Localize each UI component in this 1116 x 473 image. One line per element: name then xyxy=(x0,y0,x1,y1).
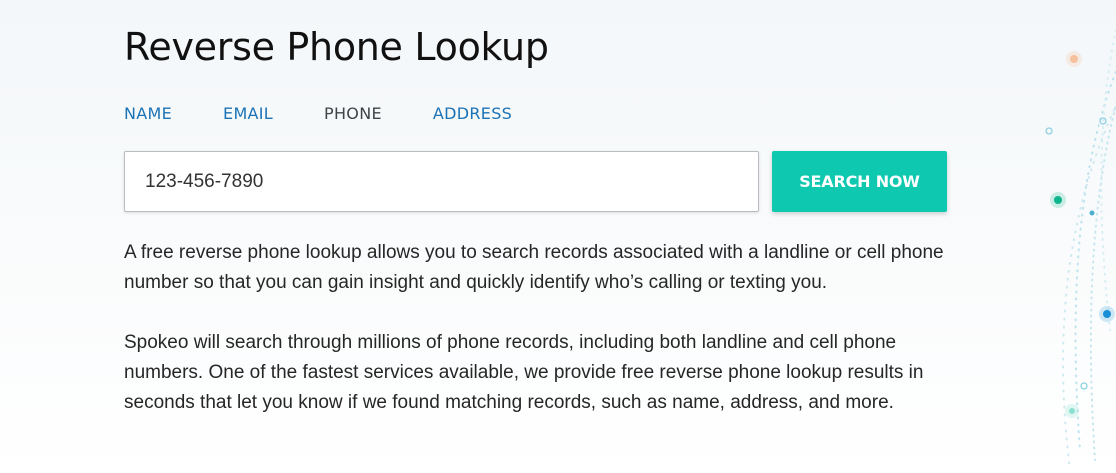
phone-number-input[interactable] xyxy=(124,151,759,212)
description-paragraph-1: A free reverse phone lookup allows you t… xyxy=(124,242,944,293)
tab-address[interactable]: ADDRESS xyxy=(433,103,512,125)
tab-name[interactable]: NAME xyxy=(124,103,172,125)
search-now-button[interactable]: SEARCH NOW xyxy=(772,151,947,212)
description-paragraph-2: Spokeo will search through millions of p… xyxy=(124,332,924,413)
page-title: Reverse Phone Lookup xyxy=(124,25,549,69)
dotted-arcs-decoration xyxy=(1045,30,1116,471)
tab-phone[interactable]: PHONE xyxy=(324,103,382,125)
search-type-tabs: NAME EMAIL PHONE ADDRESS xyxy=(124,103,512,125)
tab-email[interactable]: EMAIL xyxy=(223,103,273,125)
search-bar: SEARCH NOW xyxy=(124,151,948,213)
